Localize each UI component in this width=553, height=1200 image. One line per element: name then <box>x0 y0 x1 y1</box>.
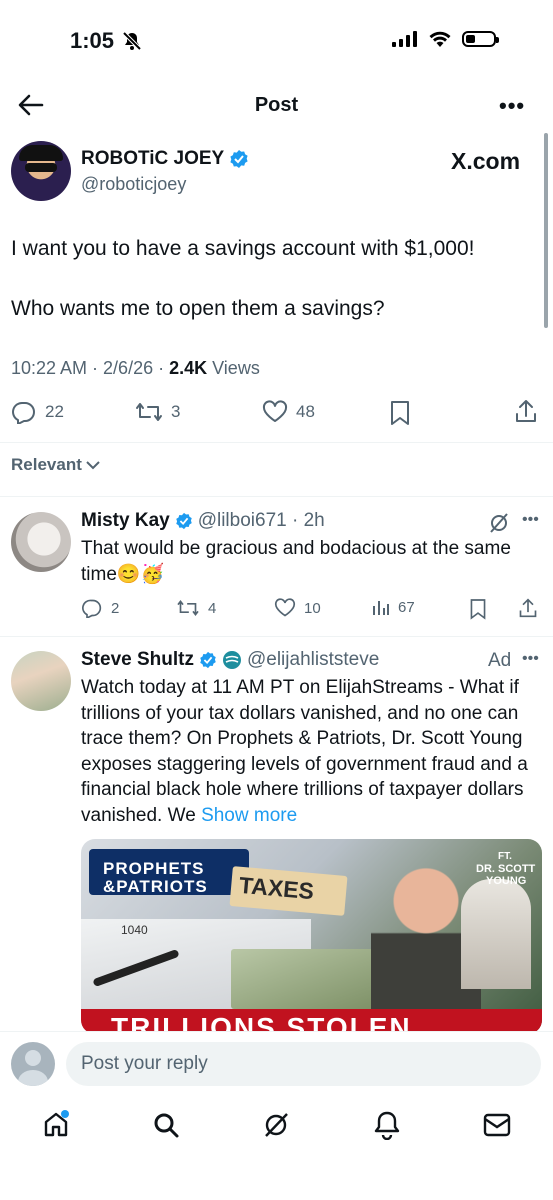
divider <box>0 496 553 497</box>
reply-author-name: Steve Shultz <box>81 649 194 670</box>
post-timestamp: 10:22 AM · 2/6/26 · <box>11 358 170 378</box>
reply-icon <box>82 599 102 618</box>
affiliate-badge-icon <box>222 651 241 669</box>
guest-name-line2: YOUNG <box>486 875 527 887</box>
divider <box>0 636 553 637</box>
author-name[interactable]: ROBOTiC JOEY <box>81 148 249 170</box>
reply-more-icon[interactable]: ••• <box>522 650 539 668</box>
page-title: Post <box>254 94 299 116</box>
verified-badge-icon <box>230 150 248 168</box>
post-text-line1: I want you to have a savings account wit… <box>11 237 475 260</box>
show-title-line1: PROPHETS <box>103 859 205 878</box>
reply-author[interactable]: Steve Shultz @elijahliststeve <box>81 649 379 671</box>
reply-avatar[interactable] <box>11 512 71 572</box>
post-meta: 10:22 AM · 2/6/26 · 2.4K Views <box>11 358 260 379</box>
reply-count: 22 <box>45 402 64 421</box>
verified-badge-icon <box>200 651 216 669</box>
cellular-signal-icon <box>392 31 417 47</box>
reply-more-icon[interactable]: ••• <box>522 511 539 529</box>
reply-handle: @lilboi671 · 2h <box>197 510 325 531</box>
capitol-dome <box>461 879 531 989</box>
reply-text: That would be gracious and bodacious at … <box>81 538 511 585</box>
repost-icon <box>177 599 199 617</box>
repost-count: 4 <box>208 599 217 617</box>
like-action[interactable]: 10 <box>274 598 321 618</box>
views-action[interactable]: 67 <box>372 598 415 616</box>
status-time: 1:05 <box>70 28 115 53</box>
ad-text-body: Watch today at 11 AM PT on ElijahStreams… <box>81 677 528 826</box>
author-avatar[interactable] <box>11 141 71 201</box>
sort-replies-dropdown[interactable]: Relevant <box>11 455 100 475</box>
reply-author[interactable]: Misty Kay @lilboi671 · 2h <box>81 510 325 532</box>
post-body: I want you to have a savings account wit… <box>11 234 531 324</box>
reply-action[interactable]: 2 <box>81 598 119 618</box>
views-count: 2.4K <box>169 358 208 378</box>
like-heart-icon <box>274 598 296 617</box>
views-chart-icon <box>373 601 389 615</box>
share-icon[interactable] <box>514 398 538 429</box>
views-count: 67 <box>398 598 415 616</box>
show-more-link[interactable]: Show more <box>201 805 297 826</box>
ft-label: FT. <box>498 851 512 862</box>
search-icon[interactable] <box>152 1111 180 1144</box>
reply-count: 2 <box>111 599 120 617</box>
repost-action[interactable]: 3 <box>135 400 180 424</box>
reply-avatar[interactable] <box>11 651 71 711</box>
reply-handle: @elijahliststeve <box>246 649 380 670</box>
ad-label: Ad <box>488 650 512 671</box>
author-handle[interactable]: @roboticjoey <box>81 174 186 195</box>
cash-bills <box>231 949 381 1009</box>
sort-label: Relevant <box>11 455 82 474</box>
verified-badge-icon <box>175 512 192 530</box>
views-label: Views <box>207 358 260 378</box>
silent-bell-icon <box>122 31 142 56</box>
reply-icon <box>12 401 35 424</box>
divider <box>0 442 553 443</box>
reply-input[interactable]: Post your reply <box>66 1042 541 1086</box>
xcom-logo: X.com <box>451 148 521 174</box>
reply-author-name: Misty Kay <box>81 510 170 531</box>
ad-text: Watch today at 11 AM PT on ElijahStreams… <box>81 675 543 828</box>
repost-action[interactable]: 4 <box>176 598 216 618</box>
like-heart-icon <box>262 400 288 422</box>
bookmark-icon[interactable] <box>469 598 487 625</box>
like-count: 48 <box>296 402 315 421</box>
home-icon[interactable] <box>42 1110 70 1143</box>
show-title-line2: &PATRIOTS <box>103 877 208 896</box>
scrollbar[interactable] <box>544 133 548 328</box>
repost-icon <box>136 403 162 421</box>
messages-envelope-icon[interactable] <box>483 1113 511 1142</box>
bookmark-icon[interactable] <box>389 400 411 431</box>
form-number: 1040 <box>121 923 148 937</box>
reply-action[interactable]: 22 <box>11 400 64 424</box>
share-icon[interactable] <box>518 597 538 624</box>
wifi-icon <box>429 31 451 47</box>
like-action[interactable]: 48 <box>262 400 315 424</box>
author-name-text: ROBOTiC JOEY <box>81 148 225 169</box>
guest-name-line1: DR. SCOTT <box>476 863 536 875</box>
battery-icon <box>462 31 499 47</box>
status-indicators <box>392 30 499 48</box>
grok-tab-icon[interactable] <box>262 1111 290 1144</box>
post-text-line2: Who wants me to open them a savings? <box>11 297 385 320</box>
grok-icon[interactable] <box>488 512 510 539</box>
chevron-down-icon <box>86 461 100 470</box>
like-count: 10 <box>304 599 321 617</box>
notifications-bell-icon[interactable] <box>373 1110 401 1145</box>
user-avatar[interactable] <box>11 1042 55 1086</box>
repost-count: 3 <box>171 402 181 421</box>
ad-image[interactable]: PROPHETS &PATRIOTS TAXES 1040 FT. DR. SC… <box>81 839 542 1034</box>
more-options-icon[interactable]: ••• <box>499 93 525 119</box>
